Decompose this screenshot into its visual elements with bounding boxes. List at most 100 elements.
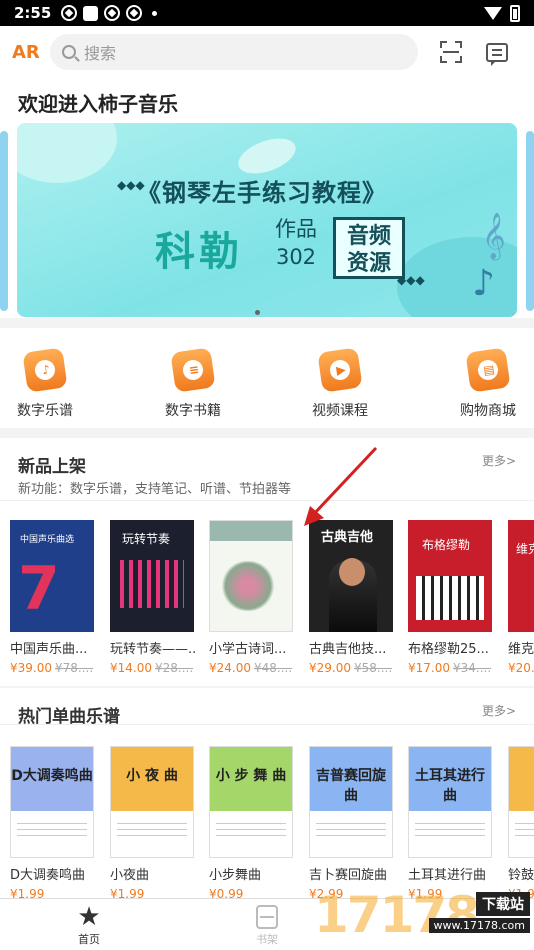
battery-icon [510,4,520,22]
product-card[interactable]: 古典吉他 古典吉他技... ¥29.00 ¥58.... [309,520,395,675]
category-label: 购物商城 [460,403,516,419]
product-name: 维克 [508,642,534,657]
book-icon: ≡ [170,347,216,393]
banner-audio-box: 音频 资源 [333,217,405,279]
cover-title: 土耳其进行曲 [415,768,485,804]
category-music-score[interactable]: ♪ 数字乐谱 [0,347,95,420]
more-link[interactable]: 更多> [482,702,516,719]
cover-title: 小 夜 曲 [126,768,178,784]
banner-opus-number: 302 [275,245,317,269]
score-card[interactable]: 铃 铃鼓 ¥1.9 [508,746,534,901]
banner-opus: 作品 302 [275,215,317,271]
product-card[interactable]: 中国声乐曲选 7 中国声乐曲... ¥39.00 ¥78.... [10,520,96,675]
music-score-icon: ♪ [22,347,68,393]
section-title: 新品上架 [18,457,86,477]
score-cover: 吉普赛回旋曲 [309,746,393,858]
product-name: 古典吉他技... [309,642,387,657]
score-name: 小步舞曲 [209,868,262,883]
product-name: 中国声乐曲... [10,642,88,657]
score-card[interactable]: 小 夜 曲 小夜曲 ¥1.99 [110,746,196,901]
product-name: 布格缪勒25... [408,642,489,657]
product-cover: 古典吉他 [309,520,393,632]
score-cover: 小 夜 曲 [110,746,194,858]
product-cover: 玩转节奏 [110,520,194,632]
banner-box-line1: 音频 [346,224,391,249]
status-bar: 2:55 [0,0,534,26]
section-subtitle: 新功能：数字乐谱，支持笔记、听谱、节拍器等 [18,482,292,497]
category-shopping[interactable]: ▤ 购物商城 [438,347,534,420]
score-cover: 小 步 舞 曲 [209,746,293,858]
product-card[interactable]: 玩转节奏 玩转节奏——... ¥14.00 ¥28.... [110,520,196,675]
product-card[interactable]: 维克 维克 ¥20. [508,520,534,675]
status-time: 2:55 [14,4,52,22]
cover-title: 中国声乐曲选 [20,535,75,545]
product-card[interactable]: 布格缪勒 布格缪勒25... ¥17.00 ¥34.... [408,520,494,675]
watermark-number: 17178 [314,886,480,944]
tab-label: 首页 [78,933,100,946]
product-name: 小学古诗词... [209,642,287,657]
music-note-icon: ♪ [472,263,495,304]
product-price: ¥20. [508,661,534,675]
score-cover: 铃 [508,746,534,858]
product-cover [209,520,293,632]
search-icon [62,45,76,59]
search-input[interactable]: 搜索 [50,34,418,70]
score-cover: 土耳其进行曲 [408,746,492,858]
video-icon: ▶ [317,347,363,393]
score-card[interactable]: 小 步 舞 曲 小步舞曲 ¥0.99 [209,746,295,901]
divider [0,500,534,501]
watermark: 17178 下载站 www.17178.com [314,886,534,950]
treble-clef-icon: 𝄞 [482,213,506,259]
score-card[interactable]: 土耳其进行曲 土耳其进行曲 ¥1.99 [408,746,494,901]
score-card[interactable]: D大调奏鸣曲 D大调奏鸣曲 ¥1.99 [10,746,96,901]
tab-label: 书架 [256,933,278,946]
score-name: 铃鼓 [508,868,534,883]
banner-composer: 科勒 [155,229,243,275]
banner-decoration: ◆◆◆ [397,273,425,287]
category-label: 数字乐谱 [17,403,73,419]
cover-title: D大调奏鸣曲 [11,768,93,784]
more-notifications-icon [152,10,158,16]
watermark-download: 下载站 [476,892,530,916]
category-row: ♪ 数字乐谱 ≡ 数字书籍 ▶ 视频课程 ▤ 购物商城 [0,328,534,428]
score-name: 土耳其进行曲 [408,868,487,883]
score-cover: D大调奏鸣曲 [10,746,94,858]
banner-box-line2: 资源 [346,251,391,276]
cover-title: 铃 [509,765,534,785]
category-label: 视频课程 [312,403,368,419]
message-icon[interactable] [486,42,508,66]
banner-opus-label: 作品 [275,217,317,241]
new-products-section: 新品上架 更多> 新功能：数字乐谱，支持笔记、听谱、节拍器等 中国声乐曲选 7 中… [0,438,534,686]
welcome-section: 欢迎进入柿子音乐 ◆◆◆ 《钢琴左手练习教程》 科勒 作品 302 音频 资源 … [0,78,534,318]
hot-scores-section: 热门单曲乐谱 更多> D大调奏鸣曲 D大调奏鸣曲 ¥1.99 小 夜 曲 小夜曲… [0,688,534,901]
score-card[interactable]: 吉普赛回旋曲 吉卜赛回旋曲 ¥2.99 [309,746,395,901]
banner-decoration [17,123,117,183]
notification-icon [126,5,143,21]
category-digital-book[interactable]: ≡ 数字书籍 [143,347,243,420]
scan-icon[interactable] [440,41,462,63]
cover-title: 小 步 舞 曲 [215,768,287,784]
star-icon: ★ [77,902,101,932]
banner-carousel[interactable]: ◆◆◆ 《钢琴左手练习教程》 科勒 作品 302 音频 资源 ◆◆◆ 𝄞 ♪ [17,123,517,317]
category-label: 数字书籍 [165,403,221,419]
category-video-course[interactable]: ▶ 视频课程 [290,347,390,420]
welcome-title: 欢迎进入柿子音乐 [18,92,178,116]
divider [0,724,534,725]
product-card[interactable]: 小学古诗词... ¥24.00 ¥48.... [209,520,295,675]
product-price: ¥29.00 ¥58.... [309,661,393,675]
tab-bookshelf[interactable]: 书架 [227,903,307,947]
cover-title: 古典吉他 [321,530,374,545]
banner-next-peek[interactable] [526,131,534,311]
banner-title: 《钢琴左手练习教程》 [137,179,387,207]
product-price: ¥24.00 ¥48.... [209,661,293,675]
cover-title: 吉普赛回旋曲 [316,768,386,804]
banner-prev-peek[interactable] [0,131,8,311]
tab-home[interactable]: ★ 首页 [49,903,129,947]
cover-number: 7 [18,554,60,624]
more-link[interactable]: 更多> [482,452,516,469]
ar-button[interactable]: AR [12,42,50,63]
banner-page-indicator [255,310,260,315]
product-price: ¥14.00 ¥28.... [110,661,194,675]
score-name: D大调奏鸣曲 [10,868,86,883]
notification-square-icon [83,5,99,21]
